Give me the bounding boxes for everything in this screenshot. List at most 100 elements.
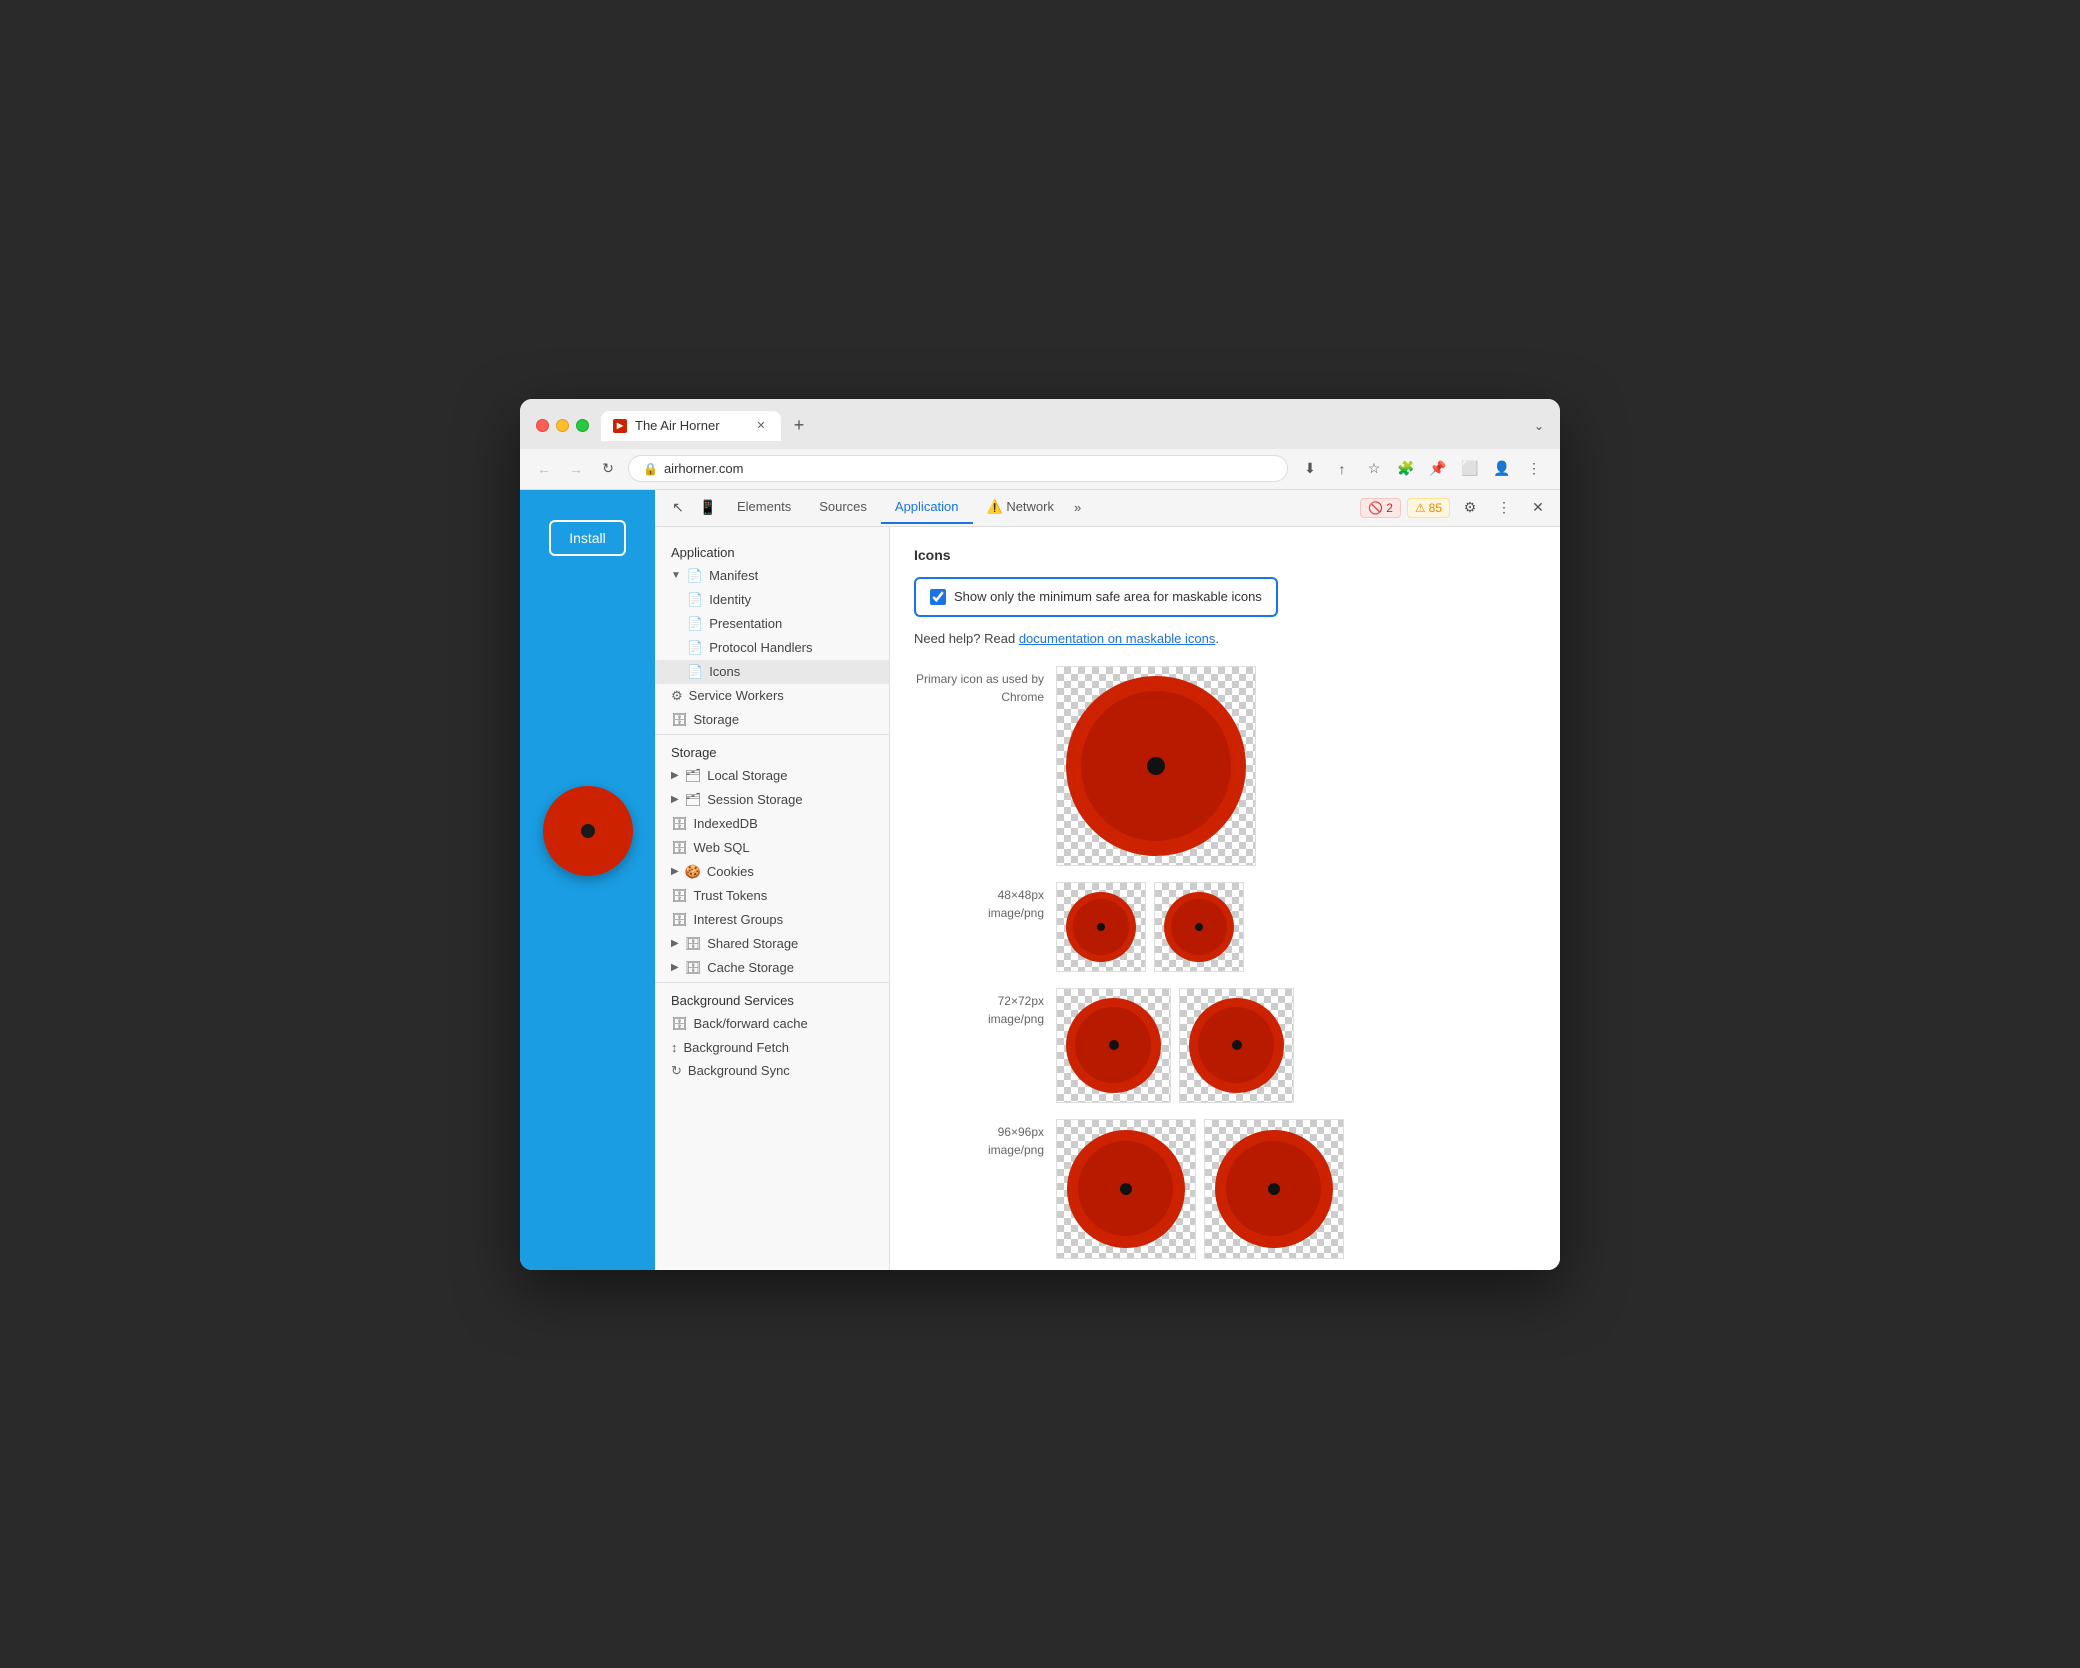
sidebar-item-backforward-cache[interactable]: 🗄 Back/forward cache — [655, 1012, 889, 1036]
sidebar-item-icons[interactable]: 📄 Icons — [655, 660, 889, 684]
sidebar-item-protocol-handlers[interactable]: 📄 Protocol Handlers — [655, 636, 889, 660]
settings-button[interactable]: ⚙ — [1456, 494, 1484, 522]
maskable-icons-checkbox[interactable] — [930, 589, 946, 605]
icon-circle-96-2 — [1215, 1130, 1333, 1248]
sidebar-item-service-workers[interactable]: ⚙ Service Workers — [655, 684, 889, 708]
sidebar-item-storage[interactable]: 🗄 Storage — [655, 708, 889, 732]
sidebar-label-backforward-cache: Back/forward cache — [694, 1016, 808, 1031]
pin-icon[interactable]: 📌 — [1424, 455, 1452, 483]
icon-circle-48-1 — [1066, 892, 1136, 962]
icon-size-48: 48×48px — [914, 886, 1044, 904]
back-button[interactable]: ← — [532, 457, 556, 481]
sidebar-label-icons: Icons — [709, 664, 740, 679]
more-options-button[interactable]: ⋮ — [1490, 494, 1518, 522]
icon-preview-48-1 — [1056, 882, 1146, 972]
sidebar-item-presentation[interactable]: 📄 Presentation — [655, 612, 889, 636]
sidebar-section-application: Application — [655, 537, 889, 564]
forward-button[interactable]: → — [564, 457, 588, 481]
sidebar-label-protocol-handlers: Protocol Handlers — [709, 640, 812, 655]
sidebar-item-session-storage[interactable]: ▶ 🗂 Session Storage — [655, 788, 889, 812]
warning-count: 85 — [1429, 501, 1442, 515]
icon-dot-72-2 — [1232, 1040, 1242, 1050]
help-link[interactable]: documentation on maskable icons — [1019, 631, 1216, 646]
icon-row-48: 48×48px image/png — [914, 882, 1536, 972]
backforward-cache-icon: 🗄 — [671, 1016, 688, 1032]
split-screen-icon[interactable]: ⬜ — [1456, 455, 1484, 483]
profile-icon[interactable]: 👤 — [1488, 455, 1516, 483]
install-button[interactable]: Install — [549, 520, 626, 556]
minimize-button[interactable] — [556, 419, 569, 432]
extensions-icon[interactable]: 🧩 — [1392, 455, 1420, 483]
tab-network[interactable]: ⚠️ Network — [973, 491, 1068, 525]
address-text: airhorner.com — [664, 461, 743, 476]
airhorner-icon — [543, 786, 633, 876]
primary-icon-preview — [1056, 666, 1256, 866]
icon-row-72: 72×72px image/png — [914, 988, 1536, 1103]
close-devtools-button[interactable]: ✕ — [1524, 494, 1552, 522]
primary-icon-circle — [1066, 676, 1246, 856]
download-icon[interactable]: ⬇ — [1296, 455, 1324, 483]
icons-icon: 📄 — [687, 664, 703, 680]
sidebar-item-shared-storage[interactable]: ▶ 🗄 Shared Storage — [655, 932, 889, 956]
bookmark-icon[interactable]: ☆ — [1360, 455, 1388, 483]
icon-type-96: image/png — [914, 1141, 1044, 1159]
share-icon[interactable]: ↑ — [1328, 455, 1356, 483]
icon-circle-72-1 — [1066, 998, 1161, 1093]
tab-bar: ▶ The Air Horner ✕ + ⌄ — [601, 411, 1544, 441]
address-input[interactable]: 🔒 airhorner.com — [628, 455, 1288, 482]
menu-icon[interactable]: ⋮ — [1520, 455, 1548, 483]
reload-button[interactable]: ↻ — [596, 457, 620, 481]
browser-content: Install — [520, 490, 655, 1270]
new-tab-button[interactable]: + — [785, 412, 813, 440]
sidebar-item-websql[interactable]: 🗄 Web SQL — [655, 836, 889, 860]
lock-icon: 🔒 — [643, 462, 658, 476]
icon-preview-48-2 — [1154, 882, 1244, 972]
devtools-tabs: ↖ 📱 Elements Sources Application ⚠️ Netw… — [655, 490, 1560, 527]
tab-sources[interactable]: Sources — [805, 491, 881, 524]
divider-2 — [655, 982, 889, 983]
active-tab[interactable]: ▶ The Air Horner ✕ — [601, 411, 781, 441]
cursor-tool-button[interactable]: ↖ — [663, 490, 693, 526]
sidebar-item-cookies[interactable]: ▶ 🍪 Cookies — [655, 860, 889, 884]
sidebar-item-interest-groups[interactable]: 🗄 Interest Groups — [655, 908, 889, 932]
sidebar-item-local-storage[interactable]: ▶ 🗂 Local Storage — [655, 764, 889, 788]
sidebar-label-trust-tokens: Trust Tokens — [694, 888, 768, 903]
more-tabs-button[interactable]: » — [1068, 492, 1087, 523]
sidebar-item-trust-tokens[interactable]: 🗄 Trust Tokens — [655, 884, 889, 908]
tab-elements[interactable]: Elements — [723, 491, 805, 524]
tab-close-button[interactable]: ✕ — [753, 418, 769, 434]
sidebar-item-cache-storage[interactable]: ▶ 🗄 Cache Storage — [655, 956, 889, 980]
tab-title: The Air Horner — [635, 418, 720, 433]
devtools-sidebar: Application ▼ 📄 Manifest 📄 Identity 📄 Pr… — [655, 527, 890, 1270]
sidebar-item-manifest[interactable]: ▼ 📄 Manifest — [655, 564, 889, 588]
device-toggle-button[interactable]: 📱 — [693, 490, 723, 526]
sidebar-label-identity: Identity — [709, 592, 751, 607]
expand-arrow-icon: ▼ — [671, 570, 681, 581]
title-bar-top: ▶ The Air Horner ✕ + ⌄ — [536, 411, 1544, 441]
sidebar-label-local-storage: Local Storage — [707, 768, 787, 783]
websql-icon: 🗄 — [671, 840, 688, 856]
sidebar-label-interest-groups: Interest Groups — [694, 912, 784, 927]
devtools-container: Install ↖ 📱 Elements Sources Application… — [520, 490, 1560, 1270]
sidebar-item-identity[interactable]: 📄 Identity — [655, 588, 889, 612]
address-bar: ← → ↻ 🔒 airhorner.com ⬇ ↑ ☆ 🧩 📌 ⬜ 👤 ⋮ — [520, 449, 1560, 490]
tab-application[interactable]: Application — [881, 491, 973, 524]
tab-expand-button[interactable]: ⌄ — [1534, 419, 1544, 433]
error-count: 2 — [1386, 501, 1393, 515]
sidebar-item-background-fetch[interactable]: ↕ Background Fetch — [655, 1036, 889, 1059]
maskable-icons-label: Show only the minimum safe area for mask… — [954, 589, 1262, 604]
indexeddb-icon: 🗄 — [671, 816, 688, 832]
sidebar-item-indexeddb[interactable]: 🗄 IndexedDB — [655, 812, 889, 836]
sidebar-item-background-sync[interactable]: ↻ Background Sync — [655, 1059, 889, 1083]
protocol-handlers-icon: 📄 — [687, 640, 703, 656]
icon-circle-72-2 — [1189, 998, 1284, 1093]
maximize-button[interactable] — [576, 419, 589, 432]
divider-1 — [655, 734, 889, 735]
devtools-toolbar-right: 🚫 2 ⚠ 85 ⚙ ⋮ ✕ — [1360, 494, 1552, 522]
devtools-panel: ↖ 📱 Elements Sources Application ⚠️ Netw… — [655, 490, 1560, 1270]
sidebar-label-cookies: Cookies — [707, 864, 754, 879]
icon-type-72: image/png — [914, 1010, 1044, 1028]
close-button[interactable] — [536, 419, 549, 432]
icon-dot-48-2 — [1195, 923, 1203, 931]
cookies-expand-icon: ▶ — [671, 866, 679, 877]
